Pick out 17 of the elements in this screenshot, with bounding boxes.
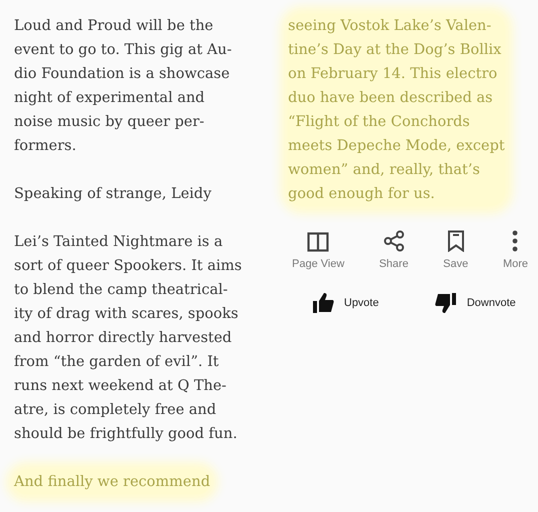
- share-icon: [382, 230, 405, 252]
- highlighted-paragraph: And finally we recommend: [14, 470, 210, 494]
- toolbar-button[interactable]: Page View: [292, 226, 344, 270]
- vote-button[interactable]: Upvote: [312, 292, 379, 314]
- thumbs-down-icon: [434, 292, 457, 314]
- toolbar-button[interactable]: Save: [443, 226, 468, 270]
- paragraph: Speaking of strange, Leidy: [14, 185, 212, 204]
- highlighted-paragraph: seeing Vostok Lake’s Valen- tine’s Day at the Dog’s Bollix on February 14. This electro duo have been described as “Flight of the Conchords meets Depeche Mode, except women” and, really, that’s good enough for us.: [288, 14, 505, 206]
- bookmark-icon: [446, 230, 465, 252]
- vote-button[interactable]: Downvote: [434, 292, 516, 314]
- thumbs-up-icon: [312, 292, 334, 314]
- paragraph: Lei’s Tainted Nightmare is a sort of queer Spookers. It aims to blend the camp theatrical- ity of drag with scares, spooks and horror directly harvested from “the garden of evil”. It runs next weekend at Q The- atre, is completely free and should be frightfully good fun.: [14, 233, 243, 444]
- toolbar-button[interactable]: Share: [379, 226, 408, 270]
- paragraph: Loud and Proud will be the event to go to. This gig at Au- dio Foundation is a showcase night of experimental and noise music by queer per- formers.: [14, 17, 233, 156]
- columns-icon: [307, 232, 330, 252]
- toolbar-button[interactable]: More: [502, 226, 528, 270]
- more-icon: [512, 230, 518, 252]
